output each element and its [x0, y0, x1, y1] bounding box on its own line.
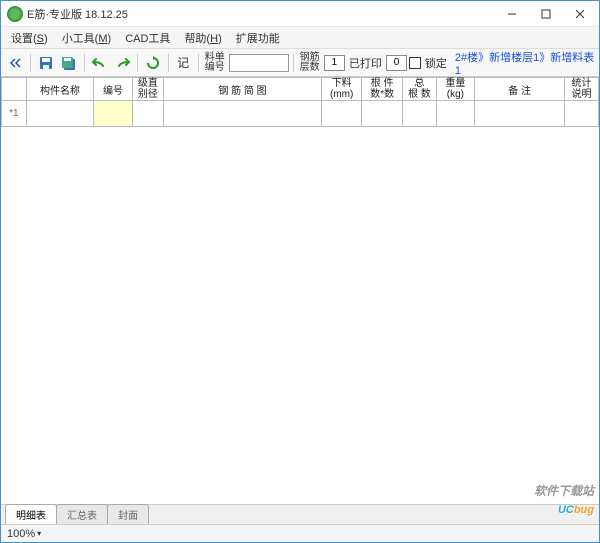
save-all-button[interactable] [59, 52, 80, 74]
redo-button[interactable] [112, 52, 133, 74]
grid-empty-area[interactable] [1, 127, 599, 504]
col-diameter[interactable]: 级直别径 [132, 78, 164, 101]
material-no-label: 料单编号 [203, 53, 227, 73]
cell-total[interactable] [402, 101, 436, 127]
col-rownum [2, 78, 27, 101]
cell-cutlen[interactable] [321, 101, 362, 127]
save-button[interactable] [35, 52, 56, 74]
minimize-button[interactable] [495, 2, 529, 26]
note-button[interactable]: 记 [172, 52, 193, 74]
menu-cad[interactable]: CAD工具 [119, 28, 176, 48]
tab-summary[interactable]: 汇总表 [56, 504, 108, 524]
breadcrumb[interactable]: 2#楼》新增楼层1》新增料表1 [451, 49, 595, 77]
titlebar: E筋·专业版 18.12.25 [1, 1, 599, 27]
lock-label: 锁定 [423, 55, 449, 71]
col-name[interactable]: 构件名称 [26, 78, 94, 101]
table-row[interactable]: *1 [2, 101, 599, 127]
toolbar: 记 料单编号 钢筋层数 1 已打印 0 锁定 2#楼》新增楼层1》新增料表1 [1, 49, 599, 77]
col-stat[interactable]: 统计说明 [565, 78, 599, 101]
app-icon [7, 6, 23, 22]
col-cutlen[interactable]: 下料(mm) [321, 78, 362, 101]
window-title: E筋·专业版 18.12.25 [27, 6, 495, 22]
printed-label: 已打印 [347, 55, 384, 71]
col-no[interactable]: 编号 [94, 78, 132, 101]
col-remark[interactable]: 备 注 [475, 78, 565, 101]
menu-help[interactable]: 帮助(H) [178, 28, 227, 48]
cell-name[interactable] [26, 101, 94, 127]
data-grid[interactable]: 构件名称 编号 级直别径 钢 筋 简 图 下料(mm) 根 件数*数 总根 数 … [1, 77, 599, 504]
col-pieces[interactable]: 根 件数*数 [362, 78, 403, 101]
row-index: *1 [2, 101, 27, 127]
menu-tools[interactable]: 小工具(M) [56, 28, 118, 48]
cell-stat[interactable] [565, 101, 599, 127]
statusbar: 100% ▾ [1, 524, 599, 542]
collapse-left-button[interactable] [5, 52, 26, 74]
col-weight[interactable]: 重量(kg) [436, 78, 474, 101]
lock-checkbox[interactable] [409, 57, 421, 69]
cell-pieces[interactable] [362, 101, 403, 127]
maximize-button[interactable] [529, 2, 563, 26]
zoom-dropdown-icon[interactable]: ▾ [37, 529, 41, 538]
menu-ext[interactable]: 扩展功能 [230, 28, 286, 48]
cell-shape[interactable] [164, 101, 322, 127]
refresh-button[interactable] [142, 52, 163, 74]
material-no-input[interactable] [229, 54, 289, 72]
rebar-layers-label: 钢筋层数 [298, 53, 322, 73]
cell-weight[interactable] [436, 101, 474, 127]
cell-no[interactable] [94, 101, 132, 127]
printed-count[interactable]: 0 [386, 55, 407, 71]
col-total[interactable]: 总根 数 [402, 78, 436, 101]
rebar-layers-value[interactable]: 1 [324, 55, 345, 71]
cell-remark[interactable] [475, 101, 565, 127]
menu-settings[interactable]: 设置(S) [5, 28, 54, 48]
sheet-tabs: 明细表 汇总表 封面 [1, 504, 599, 524]
close-button[interactable] [563, 2, 597, 26]
undo-button[interactable] [89, 52, 110, 74]
tab-detail[interactable]: 明细表 [5, 504, 57, 524]
col-shape[interactable]: 钢 筋 简 图 [164, 78, 322, 101]
tab-cover[interactable]: 封面 [107, 504, 149, 524]
zoom-level[interactable]: 100% [7, 528, 35, 540]
cell-diameter[interactable] [132, 101, 164, 127]
menubar: 设置(S) 小工具(M) CAD工具 帮助(H) 扩展功能 [1, 27, 599, 49]
